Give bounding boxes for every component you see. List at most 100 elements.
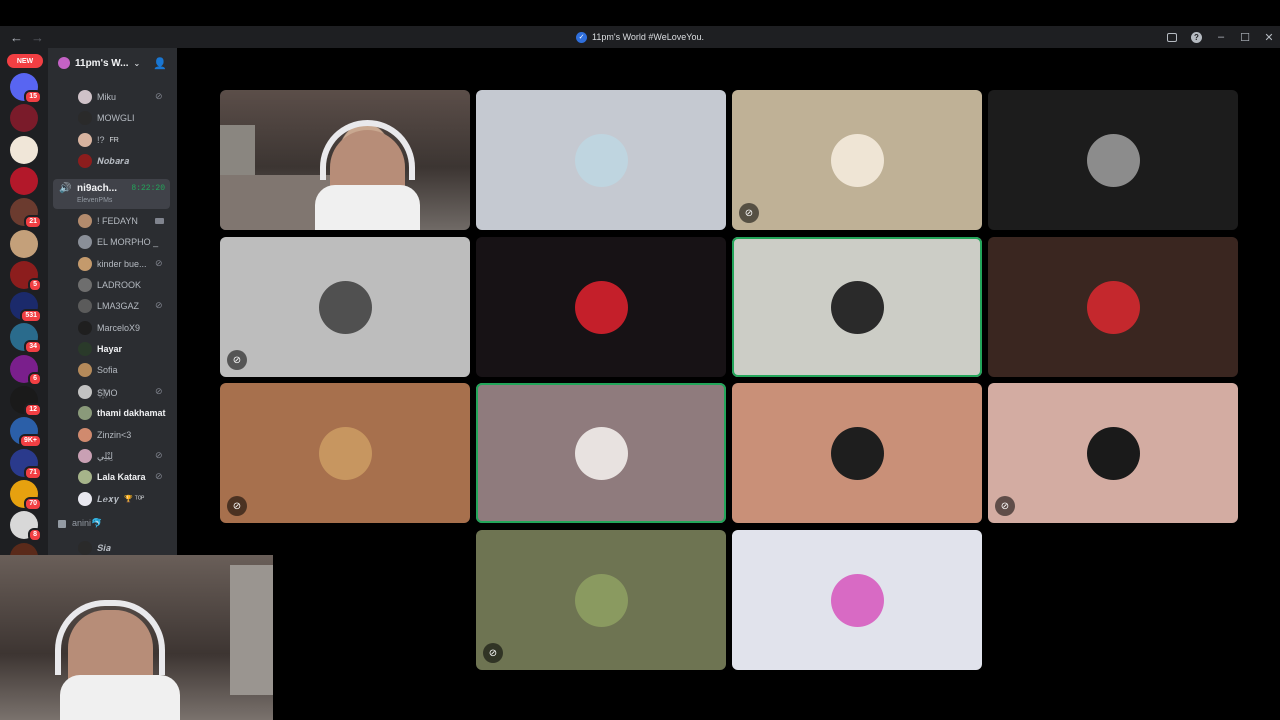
server-icon[interactable]: 70 xyxy=(10,479,42,511)
server-icon[interactable]: 5 xyxy=(10,260,42,292)
server-icon[interactable] xyxy=(10,104,38,133)
avatar xyxy=(78,133,92,147)
member-tag: FR xyxy=(109,136,119,144)
video-tile[interactable] xyxy=(476,383,726,523)
voice-member[interactable]: EL MORPHO _ xyxy=(78,233,158,251)
server-icon[interactable]: 71 xyxy=(10,448,42,480)
voice-member[interactable]: kinder bue... xyxy=(78,255,147,273)
voice-member[interactable]: S꙰MO xyxy=(78,383,118,401)
avatar xyxy=(78,385,92,399)
voice-member[interactable]: MOWGLI xyxy=(78,109,135,127)
server-icon[interactable]: 531 xyxy=(10,292,42,324)
server-icon[interactable]: 6 xyxy=(10,354,42,386)
participant-avatar xyxy=(575,134,628,187)
mention-badge: 531 xyxy=(20,309,42,324)
member-name: kinder bue... xyxy=(97,259,147,269)
voice-member[interactable]: ! FEDAYN xyxy=(78,212,138,230)
video-tile[interactable]: ⊘ xyxy=(220,383,470,523)
lock-icon xyxy=(58,519,66,528)
voice-member[interactable]: thami dakhamat xyxy=(78,404,166,422)
avatar xyxy=(78,321,92,335)
member-name: S꙰MO xyxy=(97,387,118,398)
self-voice-row[interactable]: 🔊 ni9ach... 8:22:20 ElevenPMs xyxy=(53,179,170,209)
member-name: ! FEDAYN xyxy=(97,216,138,226)
server-icon[interactable]: 21 xyxy=(10,198,42,230)
maximize-button[interactable]: ☐ xyxy=(1240,31,1250,44)
muted-mic-icon: ⊘ xyxy=(155,471,163,481)
voice-member[interactable]: LMA3GAZ xyxy=(78,297,139,315)
voice-member[interactable]: لِيْلِي xyxy=(78,447,113,465)
voice-member[interactable]: LADROOK xyxy=(78,276,141,294)
participant-avatar xyxy=(1087,134,1140,187)
voice-member[interactable]: 𝑵𝒐𝒃𝒂𝒓𝒂 xyxy=(78,152,129,170)
avatar xyxy=(78,154,92,168)
video-tile[interactable]: ⊘ xyxy=(988,383,1238,523)
close-button[interactable]: ✕ xyxy=(1264,31,1274,44)
muted-mic-icon: ⊘ xyxy=(155,258,163,268)
avatar xyxy=(78,541,92,555)
video-tile[interactable] xyxy=(732,383,982,523)
participant-avatar xyxy=(831,427,884,480)
video-tile[interactable]: ⊘ xyxy=(476,530,726,670)
participant-avatar xyxy=(319,427,372,480)
mention-badge: 71 xyxy=(24,465,42,480)
server-icon[interactable] xyxy=(10,229,38,258)
avatar xyxy=(78,406,92,420)
participant-avatar xyxy=(575,574,628,627)
server-icon[interactable]: 9K+ xyxy=(10,417,42,449)
voice-member[interactable]: !? FR xyxy=(78,131,119,149)
server-icon[interactable] xyxy=(10,166,38,195)
mention-badge: 12 xyxy=(24,403,42,417)
video-tile[interactable] xyxy=(988,237,1238,377)
server-icon[interactable]: 34 xyxy=(10,323,42,355)
locked-voice-channel[interactable]: anini🐬 xyxy=(58,518,102,529)
muted-mic-icon: ⊘ xyxy=(227,496,247,516)
muted-mic-icon: ⊘ xyxy=(155,91,163,101)
mention-badge: 70 xyxy=(24,496,42,511)
voice-connected-icon: 🔊 xyxy=(59,183,72,194)
guild-name: 11pm's W... xyxy=(75,57,129,69)
voice-member[interactable]: Lala Katara xyxy=(78,468,146,486)
video-tile[interactable] xyxy=(732,237,982,377)
muted-mic-icon: ⊘ xyxy=(155,386,163,396)
voice-member[interactable]: MarceloX9 xyxy=(78,319,140,337)
member-name: LADROOK xyxy=(97,280,142,290)
video-tile[interactable] xyxy=(476,237,726,377)
server-icon[interactable]: 12 xyxy=(10,386,42,417)
muted-mic-icon: ⊘ xyxy=(739,203,759,223)
call-timer: 8:22:20 xyxy=(131,184,165,193)
member-name: Sofia xyxy=(97,365,118,375)
avatar xyxy=(78,449,92,463)
server-icon[interactable]: 8 xyxy=(10,511,42,543)
video-tile[interactable] xyxy=(988,90,1238,230)
self-camera-preview[interactable] xyxy=(0,555,273,720)
voice-member[interactable]: 𝑳𝒆𝒙𝒚 🏆 ᵀᴼᴾ xyxy=(78,490,144,508)
voice-member[interactable]: Sofia xyxy=(78,361,118,379)
add-user-icon[interactable]: 👤 xyxy=(153,57,167,70)
help-icon[interactable]: ? xyxy=(1191,31,1202,43)
minimize-button[interactable]: – xyxy=(1216,31,1226,43)
inbox-icon[interactable] xyxy=(1167,32,1177,42)
video-tile[interactable] xyxy=(732,530,982,670)
participant-avatar xyxy=(1087,281,1140,334)
voice-member[interactable]: Miku xyxy=(78,88,116,106)
member-name: Zinzin<3 xyxy=(97,430,132,440)
server-icon[interactable]: 15 xyxy=(10,73,42,104)
member-name: !? xyxy=(97,135,105,145)
video-tile-camera[interactable] xyxy=(220,90,470,230)
avatar xyxy=(78,257,92,271)
member-name: thami dakhamat xyxy=(97,408,166,418)
video-tile[interactable] xyxy=(476,90,726,230)
mention-badge: 9K+ xyxy=(18,434,42,449)
voice-member[interactable]: Hayar xyxy=(78,340,122,358)
self-name: ni9ach... xyxy=(77,183,118,194)
video-tile[interactable]: ⊘ xyxy=(732,90,982,230)
self-subtitle: ElevenPMs xyxy=(77,197,113,204)
member-name: MarceloX9 xyxy=(97,323,141,333)
voice-member[interactable]: Zinzin<3 xyxy=(78,426,131,444)
avatar xyxy=(78,492,92,506)
server-icon[interactable] xyxy=(10,135,38,164)
new-badge[interactable]: NEW xyxy=(7,54,43,68)
video-tile[interactable]: ⊘ xyxy=(220,237,470,377)
avatar xyxy=(78,470,92,484)
